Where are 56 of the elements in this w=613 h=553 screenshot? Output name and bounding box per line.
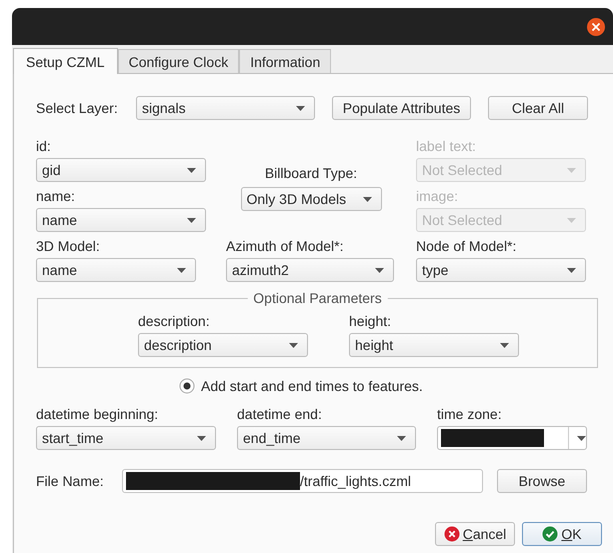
layer-dropdown[interactable]: signals: [136, 96, 315, 120]
field-label: description:: [138, 313, 211, 329]
caret-icon: [577, 436, 586, 440]
field-label: datetime beginning:: [36, 406, 160, 422]
attribute-dropdown[interactable]: name: [36, 258, 196, 282]
caret-icon: [187, 168, 196, 172]
field-label: Node of Model*:: [416, 238, 518, 254]
caret-icon: [289, 342, 298, 348]
field-label: height:: [349, 313, 392, 329]
ok-button[interactable]: OK: [522, 522, 602, 546]
field-label: Billboard Type:: [264, 165, 358, 181]
attribute-dropdown[interactable]: height: [349, 333, 519, 357]
caret-icon: [187, 218, 196, 222]
action-button[interactable]: Populate Attributes: [332, 96, 471, 120]
billboard-dropdown[interactable]: Only 3D Models: [240, 187, 382, 211]
caret-icon: [567, 268, 576, 272]
field-label: Azimuth of Model*:: [226, 238, 344, 254]
file-name-field[interactable]: /traffic_lights.czml: [122, 469, 483, 493]
timezone-dropdown[interactable]: [437, 426, 587, 450]
attribute-dropdown[interactable]: gid: [36, 158, 206, 182]
field-label: datetime end:: [237, 406, 323, 422]
radio-button[interactable]: [179, 378, 195, 394]
field-label: 3D Model:: [36, 238, 101, 254]
checkmark-icon: [542, 526, 558, 542]
time-dropdown[interactable]: end_time: [237, 426, 416, 450]
caret-icon: [197, 436, 206, 440]
field-label: label text:: [416, 138, 477, 154]
field-label: time zone:: [437, 406, 503, 422]
caret-icon: [296, 106, 305, 110]
tab[interactable]: Information: [239, 49, 332, 73]
caret-icon: [567, 218, 576, 222]
field-label: Select Layer:: [36, 100, 119, 116]
close-icon[interactable]: [586, 16, 606, 36]
caret-icon: [500, 342, 509, 348]
field-label: id:: [36, 138, 52, 154]
time-dropdown[interactable]: start_time: [36, 426, 216, 450]
radio-label: Add start and end times to features.: [201, 378, 423, 394]
field-label: image:: [416, 188, 460, 204]
tab[interactable]: Setup CZML: [13, 48, 118, 74]
group-title: Optional Parameters: [247, 290, 388, 306]
caret-icon: [567, 168, 576, 172]
close-icon: [444, 526, 460, 542]
caret-icon: [397, 436, 406, 440]
action-button[interactable]: Clear All: [488, 96, 588, 120]
attribute-dropdown[interactable]: description: [138, 333, 308, 357]
cancel-button[interactable]: Cancel: [435, 522, 515, 546]
field-label: name:: [36, 188, 76, 204]
attribute-dropdown[interactable]: name: [36, 208, 206, 232]
attribute-dropdown[interactable]: azimuth2: [226, 258, 394, 282]
caret-icon: [177, 268, 186, 272]
field-label: File Name:: [36, 473, 105, 489]
caret-icon: [362, 196, 372, 202]
attribute-dropdown[interactable]: type: [416, 258, 586, 282]
browse-button[interactable]: Browse: [497, 469, 587, 493]
tab[interactable]: Configure Clock: [118, 49, 240, 73]
caret-icon: [375, 268, 384, 272]
